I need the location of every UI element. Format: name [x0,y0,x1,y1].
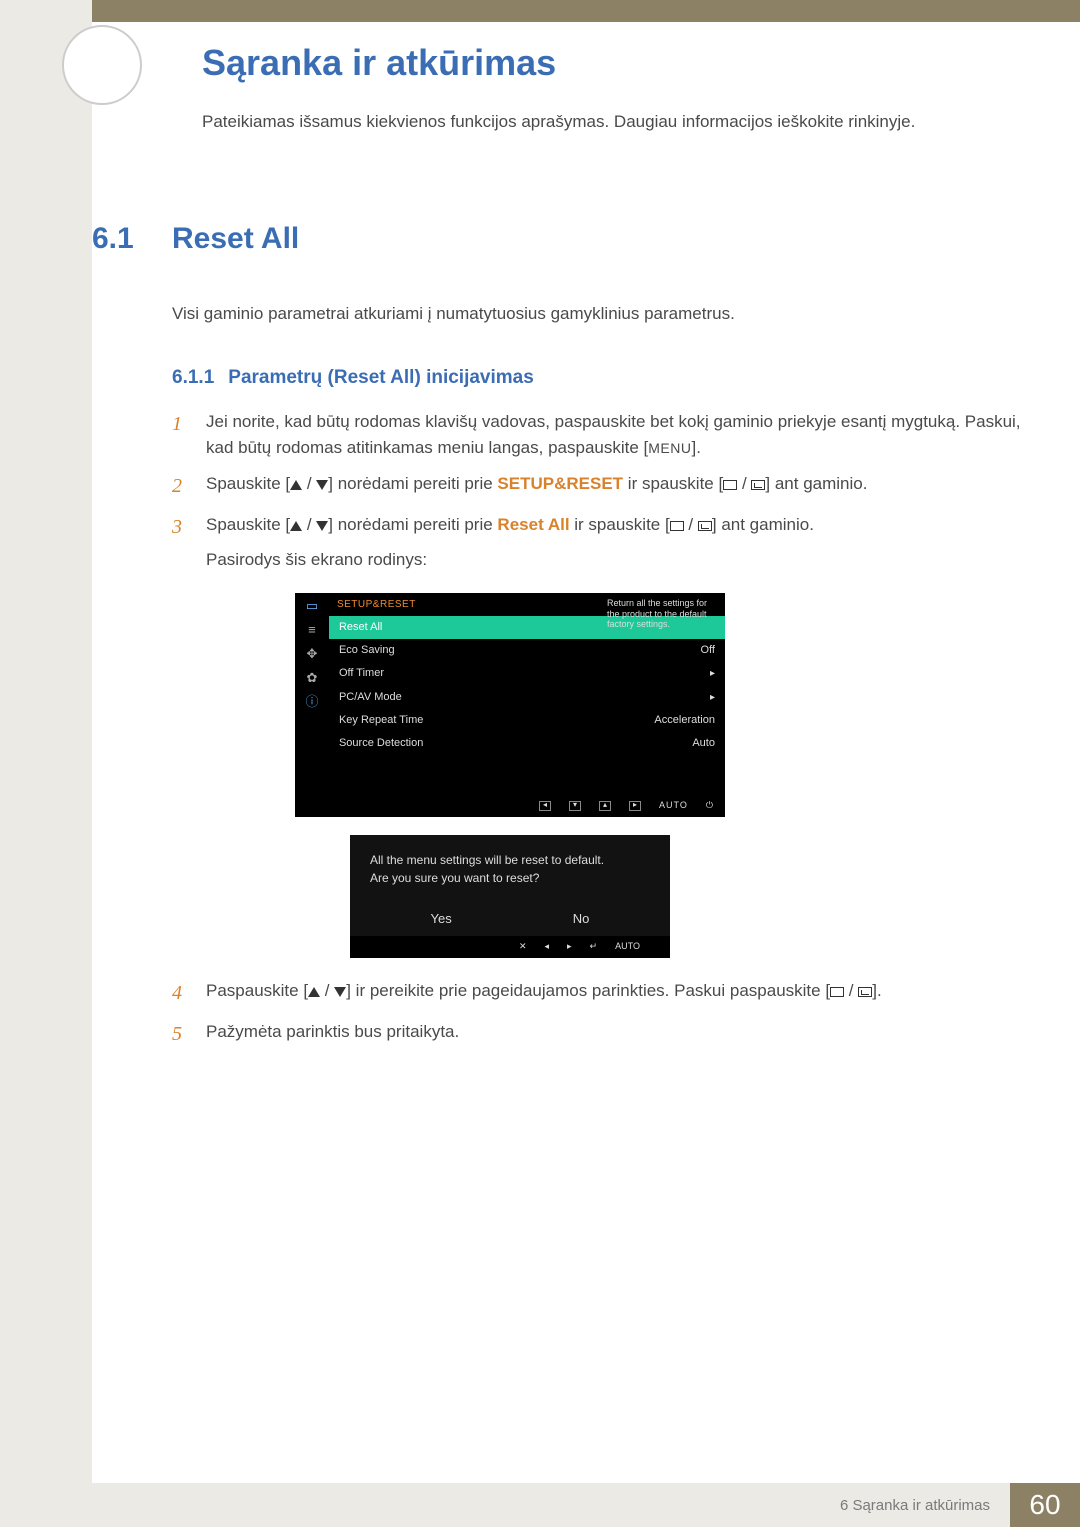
dialog-nav-bar: ✕ ◂ ▸ ↵ AUTO [350,936,670,958]
step-3-text-c: ir spauskite [ [570,515,670,534]
step-number: 4 [172,978,188,1009]
step-1-text-a: Jei norite, kad būtų rodomas klavišų vad… [206,412,1021,457]
dialog-yes-button[interactable]: Yes [431,909,452,929]
subsection-heading: 6.1.1 Parametrų (Reset All) inicijavimas [172,367,1040,389]
info-icon: ⓘ [301,693,323,711]
triangle-down-icon [316,521,328,531]
nav-left-icon: ◂ [539,801,551,811]
nav-right-icon: ▸ [629,801,641,811]
osd-row-pcav-mode: PC/AV Mode [329,686,725,709]
step-number: 3 [172,512,188,543]
left-margin-bar [0,0,92,1527]
triangle-up-icon [290,521,302,531]
nav-auto-label: AUTO [615,940,640,954]
step-4-text-a: Paspauskite [ [206,981,308,1000]
section-number: 6.1 [92,222,172,256]
step-2-text-d: ] ant gaminio. [765,474,867,493]
page-content: Sąranka ir atkūrimas Pateikiamas išsamus… [92,30,1040,1050]
osd-dialog-wrap: All the menu settings will be reset to d… [350,835,670,958]
menu-label: MENU [648,440,691,456]
enter-icon [698,521,712,531]
step-5: 5 Pažymėta parinktis bus pritaikyta. [172,1019,1040,1050]
step-3-note: Pasirodys šis ekrano rodinys: [206,547,814,573]
triangle-down-icon [334,987,346,997]
subsection-title: Parametrų (Reset All) inicijavimas [228,367,534,389]
step-3: 3 Spauskite [ / ] norėdami pereiti prie … [172,512,1040,958]
nav-enter-icon: ↵ [590,940,598,954]
enter-icon [751,480,765,490]
footer-page-number: 60 [1010,1483,1080,1527]
step-2-text-b: ] norėdami pereiti prie [328,474,497,493]
nav-close-icon: ✕ [519,940,527,954]
osd-row-eco-saving: Eco SavingOff [329,639,725,662]
top-accent-bar [0,0,1080,22]
nav-left-icon: ◂ [545,940,550,954]
step-2: 2 Spauskite [ / ] norėdami pereiti prie … [172,471,1040,502]
step-number: 5 [172,1019,188,1050]
step-2-text-c: ir spauskite [ [623,474,723,493]
step-3-text-d: ] ant gaminio. [712,515,814,534]
step-1: 1 Jei norite, kad būtų rodomas klavišų v… [172,409,1040,462]
triangle-down-icon [316,480,328,490]
subsection-number: 6.1.1 [172,367,214,389]
nav-down-icon: ▾ [569,801,581,811]
osd-spacer [329,755,725,795]
section-title: Reset All [172,222,299,256]
rect-icon [830,987,844,997]
osd-confirm-dialog: All the menu settings will be reset to d… [350,835,670,937]
page-footer: 6 Sąranka ir atkūrimas 60 [0,1483,1080,1527]
chapter-badge-circle [62,25,142,105]
chapter-intro: Pateikiamas išsamus kiekvienos funkcijos… [202,112,1040,132]
list-icon: ≡ [301,621,323,639]
rect-icon [670,521,684,531]
osd-row-key-repeat: Key Repeat TimeAcceleration [329,709,725,732]
step-2-keyword: SETUP&RESET [497,474,623,493]
steps-list: 1 Jei norite, kad būtų rodomas klavišų v… [172,409,1040,1051]
chapter-title: Sąranka ir atkūrimas [202,42,1040,84]
nav-right-icon: ▸ [567,940,572,954]
triangle-up-icon [290,480,302,490]
triangle-up-icon [308,987,320,997]
dialog-no-button[interactable]: No [573,909,590,929]
arrows-icon: ✥ [301,645,323,663]
osd-menu: ▭ ≡ ✥ ✿ ⓘ SETUP&RESET Return all the set… [295,593,725,795]
enter-icon [858,987,872,997]
step-1-text-b: ]. [691,438,700,457]
step-3-text-a: Spauskite [ [206,515,290,534]
osd-row-source-detection: Source DetectionAuto [329,732,725,755]
dialog-line-1: All the menu settings will be reset to d… [370,851,650,869]
step-4: 4 Paspauskite [ / ] ir pereikite prie pa… [172,978,1040,1009]
step-number: 2 [172,471,188,502]
footer-chapter-label: 6 Sąranka ir atkūrimas [0,1483,1010,1527]
rect-icon [723,480,737,490]
osd-nav-bar: ◂ ▾ ▴ ▸ AUTO [295,795,725,817]
power-icon [706,799,713,813]
step-2-text-a: Spauskite [ [206,474,290,493]
osd-screenshot: ▭ ≡ ✥ ✿ ⓘ SETUP&RESET Return all the set… [295,593,725,958]
step-4-text-b: ] ir pereikite prie pageidaujamos parink… [346,981,830,1000]
osd-sidebar: ▭ ≡ ✥ ✿ ⓘ [295,593,329,795]
monitor-icon: ▭ [301,597,323,615]
step-3-text-b: ] norėdami pereiti prie [328,515,497,534]
dialog-actions: Yes No [370,909,650,929]
section-heading: 6.1 Reset All [92,222,1040,256]
section-body: Visi gaminio parametrai atkuriami į numa… [172,301,1040,327]
nav-up-icon: ▴ [599,801,611,811]
step-4-text-c: ]. [872,981,881,1000]
osd-row-off-timer: Off Timer [329,662,725,685]
dialog-line-2: Are you sure you want to reset? [370,869,650,887]
gear-icon: ✿ [301,669,323,687]
step-5-text: Pažymėta parinktis bus pritaikyta. [206,1019,459,1045]
step-3-keyword: Reset All [497,515,569,534]
nav-auto-label: AUTO [659,799,688,813]
osd-tooltip: Return all the settings for the product … [603,596,723,632]
osd-main: SETUP&RESET Return all the settings for … [329,593,725,795]
step-number: 1 [172,409,188,440]
